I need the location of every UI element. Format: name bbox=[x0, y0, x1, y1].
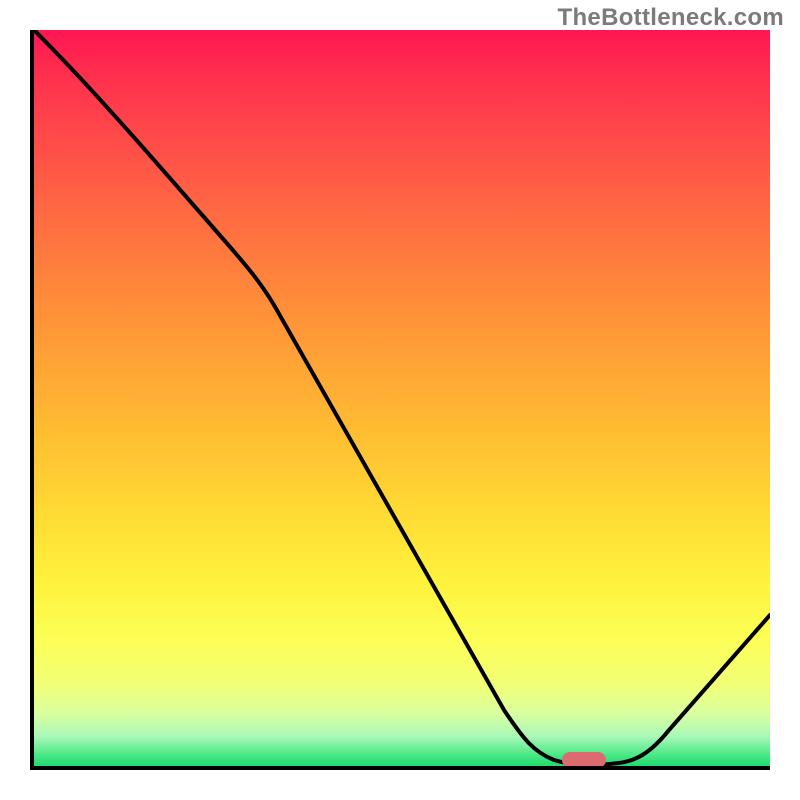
watermark-text: TheBottleneck.com bbox=[558, 4, 784, 32]
bottleneck-curve bbox=[34, 30, 770, 766]
curve-path bbox=[34, 30, 770, 765]
plot-area bbox=[30, 30, 770, 770]
optimal-marker bbox=[562, 752, 606, 768]
bottleneck-chart: TheBottleneck.com bbox=[0, 0, 800, 800]
